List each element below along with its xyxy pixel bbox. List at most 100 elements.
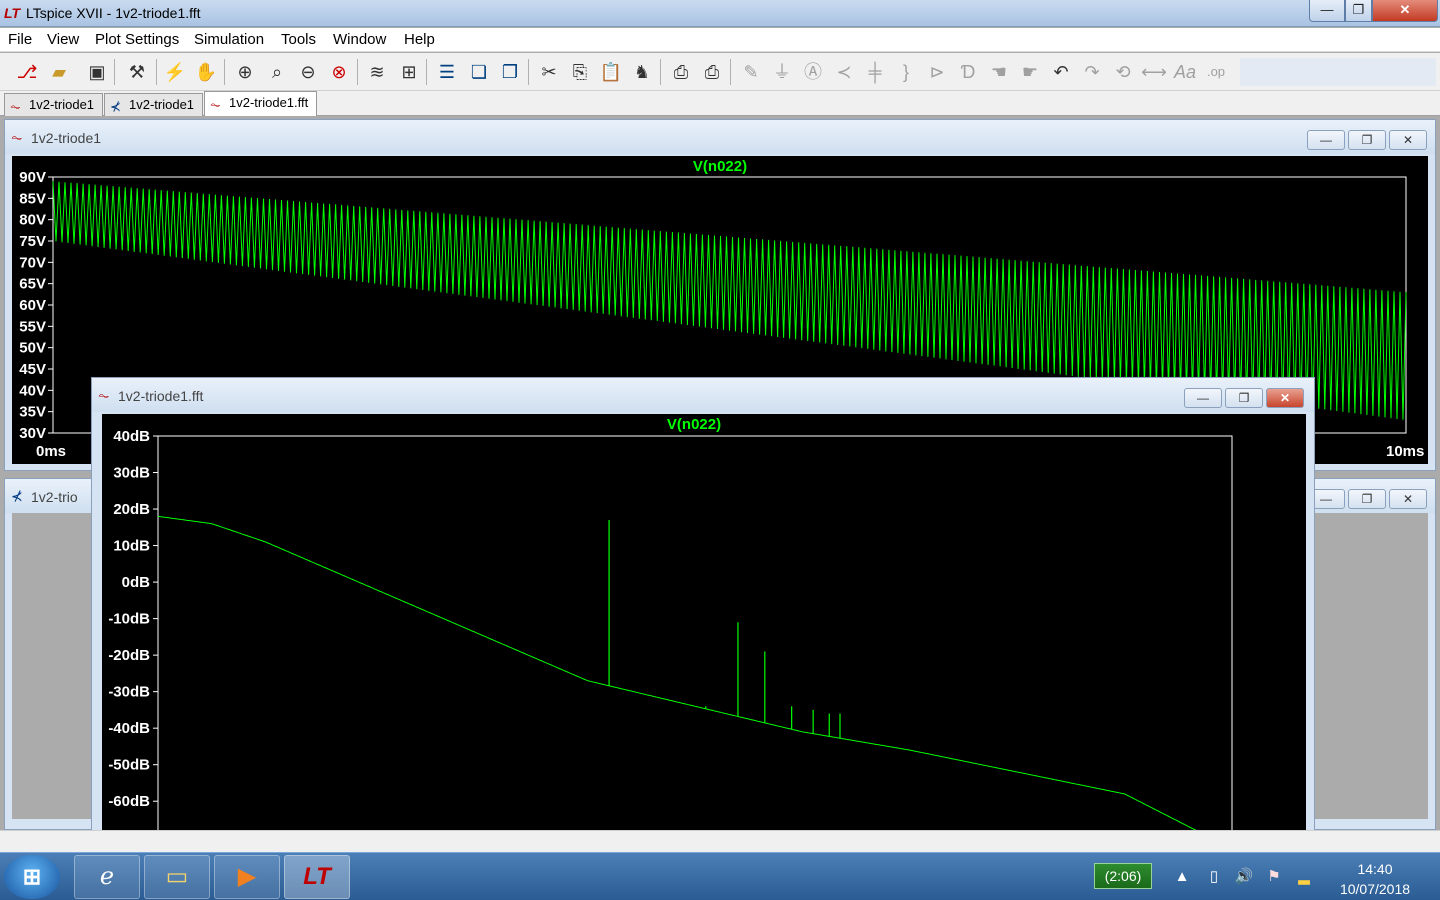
y-tick-label: 85V (19, 190, 46, 207)
spice-directive-icon[interactable]: .op (1203, 59, 1229, 85)
action-center-icon[interactable]: ⚑ (1264, 867, 1284, 887)
y-tick-label: 20dB (113, 501, 150, 518)
redo-icon[interactable]: ↷ (1079, 59, 1105, 85)
copy-icon[interactable]: ⎘ (567, 59, 593, 85)
autorange-icon[interactable]: ≋ (364, 59, 390, 85)
inductor-icon[interactable]: } (893, 59, 919, 85)
tab-waveform[interactable]: ⏦ 1v2-triode1 (4, 93, 103, 116)
y-tick-label: -40dB (108, 720, 150, 737)
ground-icon[interactable]: ⏚ (769, 59, 795, 85)
open-folder-icon[interactable]: ▰ (46, 59, 72, 85)
minimize-button[interactable]: — (1309, 0, 1345, 22)
zoom-fit-icon[interactable]: ⊗ (326, 59, 352, 85)
rotate-icon[interactable]: ⟲ (1110, 59, 1136, 85)
save-icon[interactable]: ▣ (84, 59, 110, 85)
show-hidden-icons-icon[interactable]: ▲ (1172, 867, 1192, 887)
close-button[interactable]: ✕ (1372, 0, 1438, 22)
ltspice-taskbar-icon[interactable]: LT (284, 855, 350, 899)
document-tab-bar: ⏦ 1v2-triode1 ⊀ 1v2-triode1 ⏦ 1v2-triode… (0, 91, 1440, 116)
tab-schematic[interactable]: ⊀ 1v2-triode1 (104, 93, 203, 116)
battery-indicator[interactable]: (2:06) (1094, 863, 1152, 889)
tile-vertical-icon[interactable]: ❐ (497, 59, 523, 85)
control-panel-icon[interactable]: ⚒ (124, 59, 150, 85)
y-tick-label: 10dB (113, 538, 150, 555)
file-explorer-icon[interactable]: ▭ (144, 855, 210, 899)
zoom-out-icon[interactable]: ⊖ (295, 59, 321, 85)
start-button[interactable]: ⊞ (4, 855, 60, 899)
chart-title: V(n022) (667, 416, 721, 433)
child-maximize-button[interactable]: ❐ (1225, 388, 1263, 408)
child-maximize-button[interactable]: ❐ (1348, 489, 1386, 509)
label-net-icon[interactable]: Ⓐ (800, 59, 826, 85)
cut-icon[interactable]: ✂ (536, 59, 562, 85)
y-tick-label: 30dB (113, 465, 150, 482)
diode-icon[interactable]: ⊳ (924, 59, 950, 85)
x-tick-end: 10ms (1386, 443, 1424, 460)
y-tick-label: 55V (19, 318, 46, 335)
y-tick-label: 40dB (113, 428, 150, 445)
media-player-icon[interactable]: ▶ (214, 855, 280, 899)
new-schematic-icon[interactable]: ⎇ (14, 59, 40, 85)
clock-date: 10/07/2018 (1339, 881, 1411, 897)
print-preview-icon[interactable]: ⎙ (699, 59, 725, 85)
drag-hand-icon[interactable]: ☛ (1017, 59, 1043, 85)
toolbar: ⎇ ▰ ▣ ⚒ ⚡ ✋ ⊕ ⌕ ⊖ ⊗ ≋ ⊞ ☰ ❏ ❐ ✂ ⎘ 📋 ♞ ⎙ … (0, 53, 1440, 91)
y-tick-label: 65V (19, 276, 46, 293)
child-close-button[interactable]: ✕ (1266, 388, 1304, 408)
y-tick-label: 45V (19, 361, 46, 378)
tab-fft[interactable]: ⏦ 1v2-triode1.fft (204, 91, 317, 116)
child-close-button[interactable]: ✕ (1389, 489, 1427, 509)
undo-icon[interactable]: ↶ (1048, 59, 1074, 85)
menu-help[interactable]: Help (404, 31, 435, 48)
component-icon[interactable]: Ɗ (955, 59, 981, 85)
network-icon[interactable]: ▂ (1294, 867, 1314, 887)
battery-icon[interactable]: ▯ (1204, 867, 1224, 887)
find-icon[interactable]: ♞ (629, 59, 655, 85)
grid-icon[interactable]: ⊞ (396, 59, 422, 85)
menu-file[interactable]: File (8, 31, 32, 48)
volume-icon[interactable]: 🔊 (1234, 867, 1254, 887)
resistor-icon[interactable]: ≺ (831, 59, 857, 85)
menu-tools[interactable]: Tools (281, 31, 316, 48)
menu-window[interactable]: Window (333, 31, 386, 48)
menu-simulation[interactable]: Simulation (194, 31, 264, 48)
paste-icon[interactable]: 📋 (598, 59, 624, 85)
ltspice-logo-icon: LT (4, 5, 21, 21)
waveform-window-caption: ⏦ 1v2-triode1 — ❐ ✕ (5, 120, 1435, 154)
waveform-window-title: 1v2-triode1 (31, 130, 102, 146)
child-minimize-button[interactable]: — (1184, 388, 1222, 408)
child-close-button[interactable]: ✕ (1389, 130, 1427, 150)
toolbar-empty-area (1240, 58, 1436, 86)
print-icon[interactable]: ⎙ (668, 59, 694, 85)
zoom-area-icon[interactable]: ⊕ (232, 59, 258, 85)
chart-title: V(n022) (693, 158, 747, 175)
waveform-icon: ⏦ (11, 129, 23, 145)
waveform-icon: ⏦ (98, 387, 110, 403)
plot-frame (157, 435, 1233, 857)
pan-hand-icon[interactable]: ✋ (193, 59, 219, 85)
mirror-icon[interactable]: ⟷ (1141, 59, 1167, 85)
menu-plot-settings[interactable]: Plot Settings (95, 31, 179, 48)
clock[interactable]: 14:40 10/07/2018 (1330, 859, 1420, 899)
status-bar (0, 830, 1440, 852)
internet-explorer-icon[interactable]: ℯ (74, 855, 140, 899)
maximize-button[interactable]: ❐ (1345, 0, 1372, 22)
child-minimize-button[interactable]: — (1307, 130, 1345, 150)
schematic-window-title: 1v2-trio (31, 489, 78, 505)
y-tick-label: -50dB (108, 757, 150, 774)
run-icon[interactable]: ⚡ (162, 59, 188, 85)
text-icon[interactable]: Aa (1172, 59, 1198, 85)
y-tick-label: 60V (19, 297, 46, 314)
capacitor-icon[interactable]: ╪ (862, 59, 888, 85)
zoom-in-icon[interactable]: ⌕ (264, 59, 290, 85)
wire-icon[interactable]: ✎ (738, 59, 764, 85)
move-hand-icon[interactable]: ☚ (986, 59, 1012, 85)
y-tick-label: -30dB (108, 684, 150, 701)
y-tick-label: 80V (19, 212, 46, 229)
tile-horizontal-icon[interactable]: ☰ (434, 59, 460, 85)
cascade-icon[interactable]: ❏ (466, 59, 492, 85)
fft-plot-area[interactable]: V(n022) 40dB 30dB 20dB 10dB 0dB -10dB -20dB -30… (102, 414, 1306, 857)
child-maximize-button[interactable]: ❐ (1348, 130, 1386, 150)
y-tick-label: 30V (19, 425, 46, 442)
menu-view[interactable]: View (47, 31, 79, 48)
